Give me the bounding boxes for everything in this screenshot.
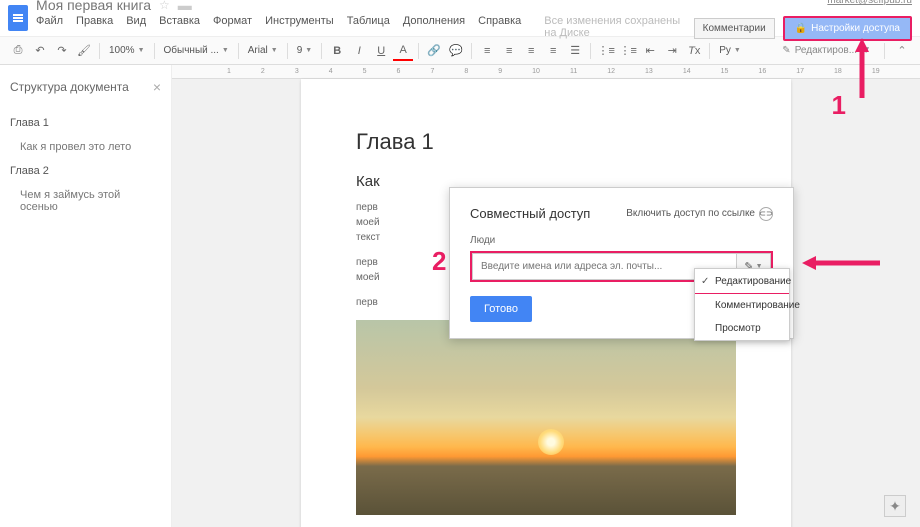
style-select[interactable]: Обычный ...▼ [160, 41, 233, 61]
toolbar: ⎙ ↶ ↷ 🖌 100%▼ Обычный ...▼ Arial▼ 9▼ B I… [0, 37, 920, 65]
menu-edit[interactable]: Правка [76, 15, 113, 39]
annotation-arrow [802, 253, 882, 273]
underline-icon[interactable]: U [371, 41, 391, 61]
indent-increase-icon[interactable]: ⇥ [662, 41, 682, 61]
menu-insert[interactable]: Вставка [159, 15, 200, 39]
perm-option-edit[interactable]: Редактирование [695, 269, 789, 294]
link-icon[interactable]: 🔗 [424, 41, 444, 61]
done-button[interactable]: Готово [470, 296, 532, 322]
align-justify-icon[interactable]: ≡ [543, 41, 563, 61]
annotation-number: 2 [432, 246, 446, 277]
star-icon[interactable]: ☆ [159, 0, 170, 12]
align-center-icon[interactable]: ≡ [499, 41, 519, 61]
line-spacing-icon[interactable]: ☰ [565, 41, 585, 61]
italic-icon[interactable]: I [349, 41, 369, 61]
numbered-list-icon[interactable]: ⋮≡ [596, 41, 616, 61]
explore-button[interactable]: ✦ [884, 495, 906, 517]
menu-file[interactable]: Файл [36, 15, 63, 39]
input-tools[interactable]: Ру ▼ [715, 41, 745, 61]
menu-view[interactable]: Вид [126, 15, 146, 39]
outline-item[interactable]: Глава 1 [10, 111, 161, 135]
link-icon: ⊂⊃ [759, 207, 773, 221]
bulleted-list-icon[interactable]: ⋮≡ [618, 41, 638, 61]
indent-decrease-icon[interactable]: ⇤ [640, 41, 660, 61]
outline-item[interactable]: Чем я займусь этой осенью [10, 183, 161, 219]
dialog-title: Совместный доступ [470, 206, 590, 221]
menu-format[interactable]: Формат [213, 15, 252, 39]
perm-option-view[interactable]: Просмотр [695, 317, 789, 340]
document-image[interactable] [356, 320, 736, 515]
zoom-select[interactable]: 100%▼ [105, 41, 149, 61]
menu-tools[interactable]: Инструменты [265, 15, 334, 39]
size-select[interactable]: 9▼ [293, 41, 317, 61]
outline-panel: Структура документа × Глава 1 Как я пров… [0, 65, 172, 527]
outline-item[interactable]: Как я провел это лето [10, 135, 161, 159]
print-icon[interactable]: ⎙ [8, 41, 28, 61]
permission-menu: Редактирование Комментирование Просмотр [694, 268, 790, 341]
text-color-icon[interactable]: A [393, 41, 413, 61]
comment-icon[interactable]: 💬 [446, 41, 466, 61]
bold-icon[interactable]: B [327, 41, 347, 61]
font-select[interactable]: Arial▼ [244, 41, 282, 61]
folder-icon[interactable]: ▬ [178, 0, 192, 13]
document-title[interactable]: Моя первая книга [36, 0, 151, 13]
share-button[interactable]: 🔒 Настройки доступа [783, 16, 912, 41]
menu-table[interactable]: Таблица [347, 15, 390, 39]
menubar: Файл Правка Вид Вставка Формат Инструмен… [36, 15, 694, 39]
undo-icon[interactable]: ↶ [30, 41, 50, 61]
perm-option-comment[interactable]: Комментирование [695, 294, 789, 317]
align-right-icon[interactable]: ≡ [521, 41, 541, 61]
menu-help[interactable]: Справка [478, 15, 521, 39]
ruler[interactable]: 12345678910111213141516171819 [172, 65, 920, 79]
outline-title: Структура документа [10, 80, 129, 94]
lock-icon: 🔒 [795, 23, 807, 34]
heading-1[interactable]: Глава 1 [356, 129, 736, 155]
clear-format-icon[interactable]: Tx [684, 41, 704, 61]
close-icon[interactable]: × [153, 79, 161, 95]
docs-icon[interactable] [8, 5, 28, 31]
outline-item[interactable]: Глава 2 [10, 159, 161, 183]
paint-format-icon[interactable]: 🖌 [74, 41, 94, 61]
editing-mode[interactable]: ✎ Редактиров... ▼ [776, 41, 877, 61]
account-email[interactable]: market@selfpub.ru [827, 0, 912, 6]
menu-addons[interactable]: Дополнения [403, 15, 465, 39]
comments-button[interactable]: Комментарии [694, 18, 775, 39]
hide-menus-icon[interactable]: ⌃ [892, 44, 912, 57]
align-left-icon[interactable]: ≡ [477, 41, 497, 61]
save-status: Все изменения сохранены на Диске [544, 15, 693, 39]
link-sharing-toggle[interactable]: Включить доступ по ссылке ⊂⊃ [626, 207, 773, 221]
people-label: Люди [470, 235, 773, 246]
redo-icon[interactable]: ↷ [52, 41, 72, 61]
annotation-number: 1 [832, 90, 846, 121]
